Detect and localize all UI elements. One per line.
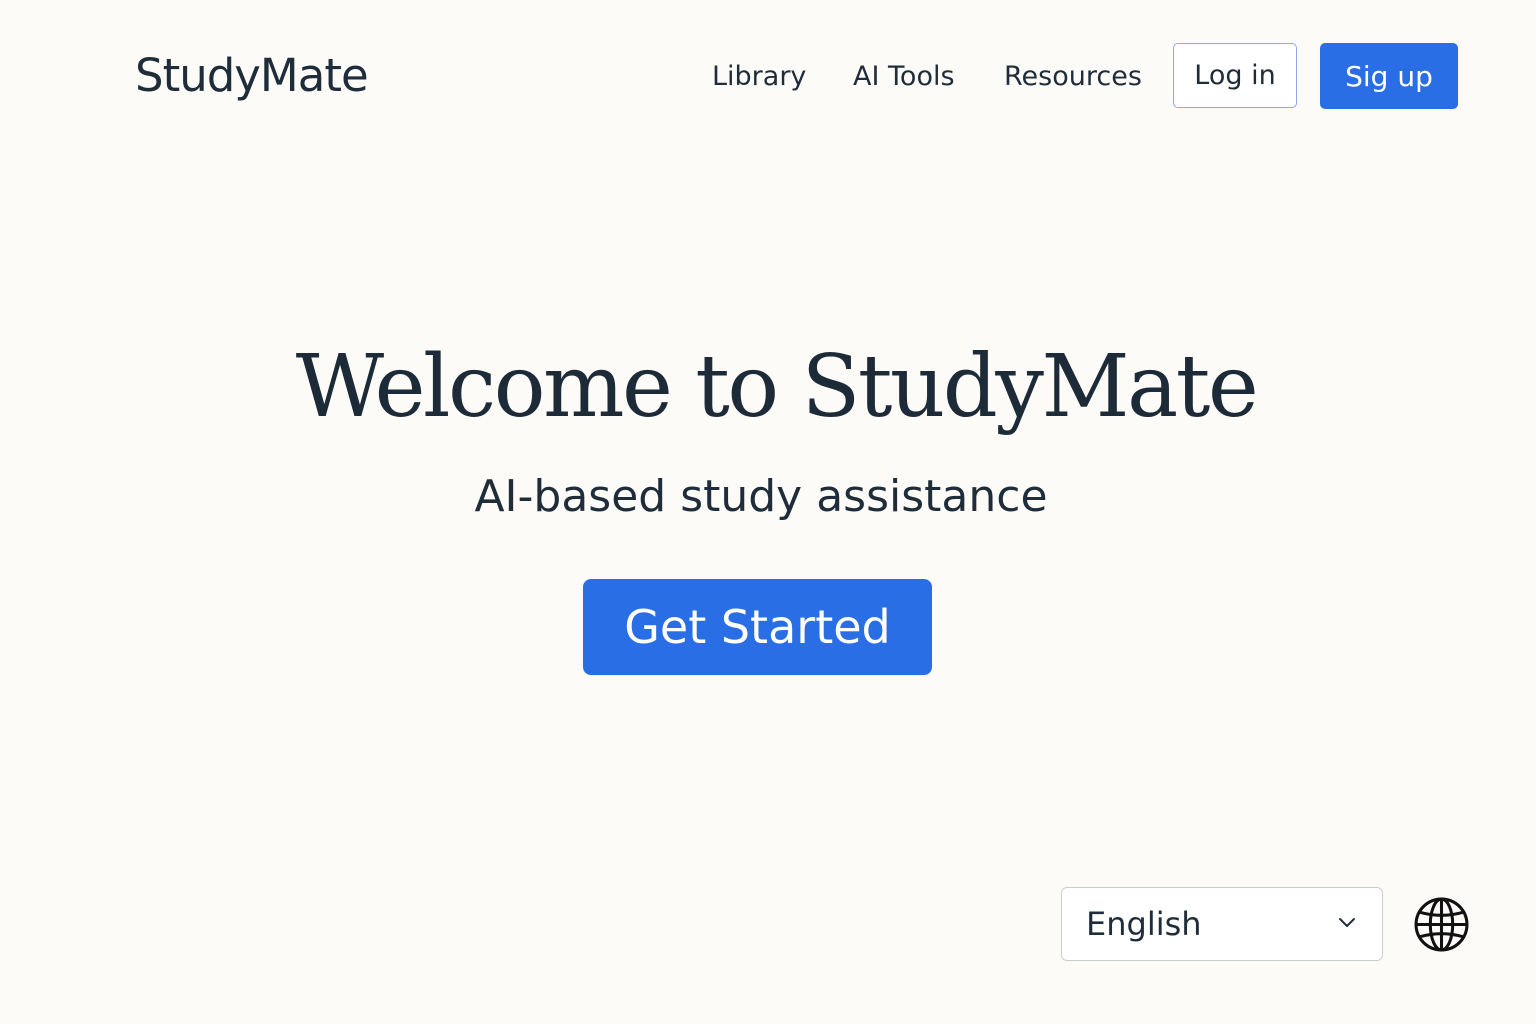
login-button[interactable]: Log in xyxy=(1173,43,1297,108)
logo[interactable]: StudyMate xyxy=(135,48,369,104)
chevron-down-icon xyxy=(1339,918,1355,927)
nav-link-resources[interactable]: Resources xyxy=(1004,58,1142,96)
get-started-button[interactable]: Get Started xyxy=(583,579,932,675)
nav-link-library[interactable]: Library xyxy=(712,58,806,96)
hero-title: Welcome to StudyMate xyxy=(295,337,1259,437)
nav-link-ai-tools[interactable]: AI Tools xyxy=(853,58,955,96)
site-header: StudyMate Library AI Tools Resources Log… xyxy=(0,0,1536,150)
hero-subtitle: AI-based study assistance xyxy=(474,471,1048,522)
language-select[interactable]: English xyxy=(1061,887,1383,961)
language-select-value: English xyxy=(1086,905,1202,943)
globe-icon[interactable] xyxy=(1413,896,1470,953)
signup-button[interactable]: Sig up xyxy=(1320,43,1458,109)
